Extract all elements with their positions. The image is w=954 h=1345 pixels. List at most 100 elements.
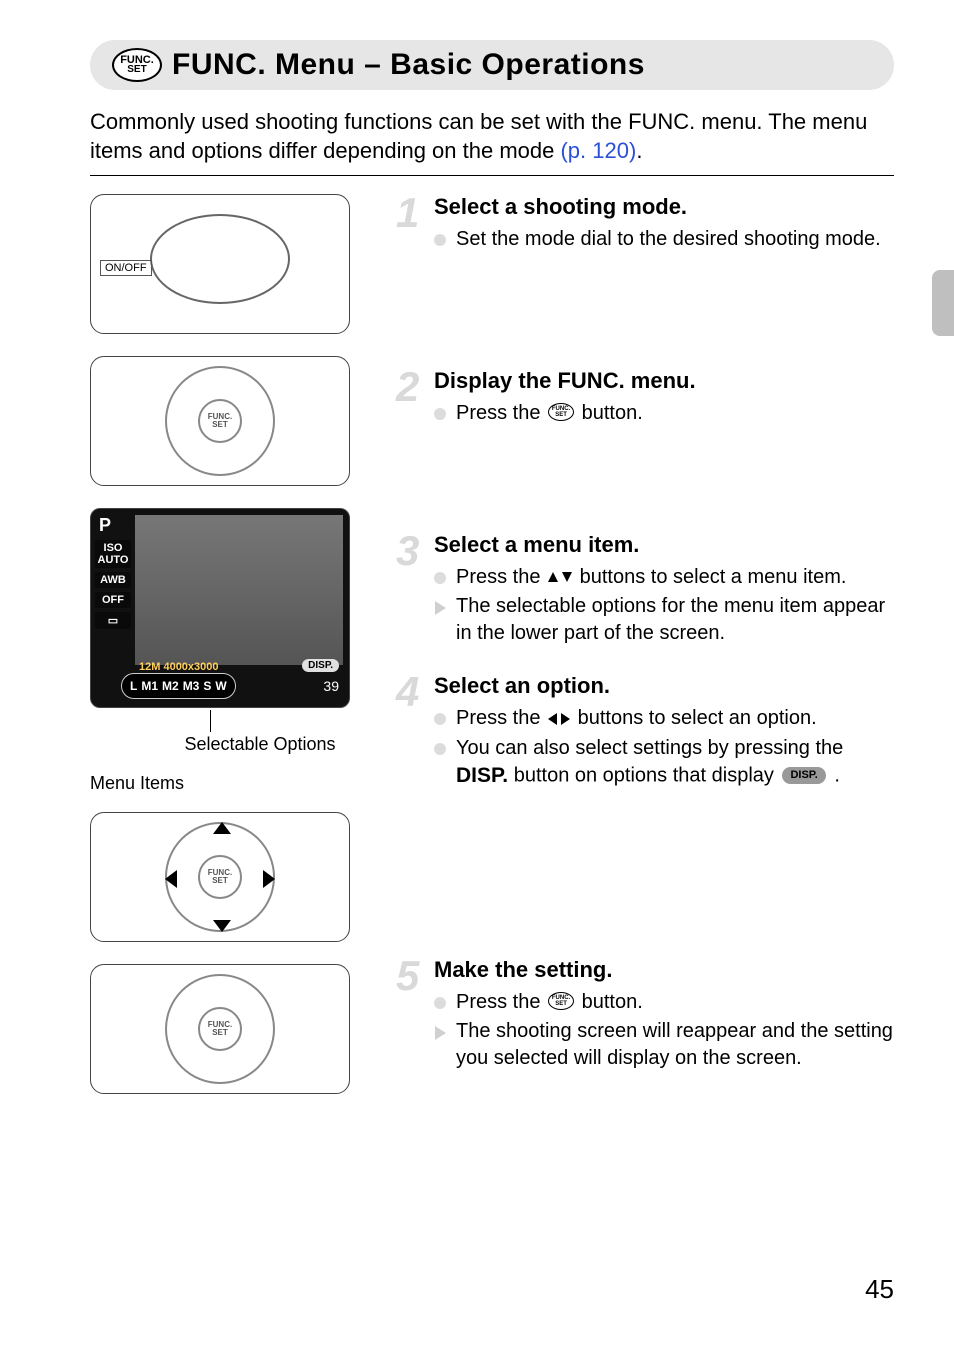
step-item: You can also select settings by pressing…: [434, 735, 894, 790]
content-columns: ON/OFF FUNC. SET P ISO AUTO AWB OFF ▭ 12…: [90, 194, 894, 1116]
step-item-text: The shooting screen will reappear and th…: [456, 1018, 894, 1072]
lcd-iso: ISO AUTO: [95, 540, 131, 568]
lcd-option: W: [215, 679, 226, 693]
step-item: Press the FUNC.SET button.: [434, 989, 894, 1016]
page-number: 45: [865, 1274, 894, 1305]
text-fragment: Press the: [456, 402, 546, 424]
text-fragment: buttons to select a menu item.: [580, 566, 847, 588]
text-fragment: Press the: [456, 991, 546, 1013]
lcd-option: M2: [162, 679, 179, 693]
lcd-screenshot: P ISO AUTO AWB OFF ▭ 12M 4000x3000 DISP.…: [90, 508, 350, 708]
illus-mode-dial: ON/OFF: [90, 194, 350, 334]
callout-selectable-options: Selectable Options: [130, 734, 390, 755]
step-item: Press the FUNC.SET button.: [434, 400, 894, 427]
illustration-column: ON/OFF FUNC. SET P ISO AUTO AWB OFF ▭ 12…: [90, 194, 390, 1116]
lcd-shots-remaining: 39: [323, 678, 339, 694]
step-item: Set the mode dial to the desired shootin…: [434, 226, 894, 253]
step-item: Press the buttons to select an option.: [434, 705, 894, 732]
arrow-up-icon: [213, 822, 231, 834]
callout-menu-items: Menu Items: [90, 773, 390, 794]
control-wheel-icon: FUNC. SET: [165, 974, 275, 1084]
lcd-option: M1: [141, 679, 158, 693]
step-title: Select a menu item.: [434, 532, 894, 558]
arrow-right-icon: [263, 870, 275, 888]
step-item-text: Press the FUNC.SET button.: [456, 989, 643, 1016]
intro-text-b: .: [636, 138, 642, 163]
callout-connector: [90, 714, 390, 734]
illus-press-func: FUNC. SET: [90, 356, 350, 486]
page-reference-link[interactable]: (p. 120): [560, 138, 636, 163]
lcd-off: OFF: [95, 592, 131, 608]
arrow-down-icon: [213, 920, 231, 932]
lcd-option: S: [203, 679, 211, 693]
func-label-bot: SET: [127, 65, 146, 74]
mode-dial-icon: [150, 214, 290, 304]
step-item: Press the buttons to select a menu item.: [434, 564, 894, 591]
func-center-bot: SET: [212, 877, 228, 885]
onoff-label: ON/OFF: [100, 260, 152, 276]
text-fragment: button.: [582, 991, 643, 1013]
func-set-inline-icon: FUNC.SET: [548, 403, 574, 421]
func-set-inline-icon: FUNC.SET: [548, 992, 574, 1010]
page-title-bar: FUNC. SET FUNC. Menu – Basic Operations: [90, 40, 894, 90]
lcd-mode-p: P: [95, 515, 131, 536]
disp-chip-icon: DISP.: [782, 767, 825, 784]
up-down-arrows-icon: [546, 566, 580, 588]
func-set-center-icon: FUNC. SET: [198, 399, 242, 443]
lcd-option: L: [130, 679, 137, 693]
intro-text: Commonly used shooting functions can be …: [90, 108, 894, 165]
bullet-triangle-icon: [435, 601, 446, 615]
step-number: 5: [396, 957, 430, 1074]
step-3: 3 Select a menu item. Press the buttons …: [396, 532, 894, 649]
section-rule: [90, 175, 894, 176]
lcd-option-bar: L M1 M2 M3 S W 39: [97, 671, 343, 701]
text-fragment: button on options that display: [514, 764, 780, 786]
lcd-image-area: [135, 515, 343, 665]
control-wheel-arrows-icon: FUNC. SET: [165, 822, 275, 932]
page-thumb-tab: [932, 270, 954, 336]
arrow-left-icon: [165, 870, 177, 888]
lcd-rect-icon: ▭: [95, 612, 131, 629]
bullet-dot-icon: [434, 997, 446, 1009]
lcd-option: M3: [183, 679, 200, 693]
step-title: Select a shooting mode.: [434, 194, 894, 220]
bullet-dot-icon: [434, 572, 446, 584]
step-title: Make the setting.: [434, 957, 894, 983]
step-2: 2 Display the FUNC. menu. Press the FUNC…: [396, 368, 894, 508]
bullet-dot-icon: [434, 234, 446, 246]
func-center-bot: SET: [212, 421, 228, 429]
step-item-text: Set the mode dial to the desired shootin…: [456, 226, 881, 253]
left-right-arrows-icon: [546, 708, 578, 730]
text-fragment: .: [834, 764, 840, 786]
step-item-text: You can also select settings by pressing…: [456, 735, 894, 790]
disp-button-icon: DISP.: [456, 764, 508, 787]
bullet-triangle-icon: [435, 1026, 446, 1040]
text-fragment: Press the: [456, 566, 546, 588]
step-1: 1 Select a shooting mode. Set the mode d…: [396, 194, 894, 344]
func-center-bot: SET: [212, 1029, 228, 1037]
control-wheel-icon: FUNC. SET: [165, 366, 275, 476]
bullet-dot-icon: [434, 408, 446, 420]
func-set-center-icon: FUNC. SET: [198, 1007, 242, 1051]
bullet-dot-icon: [434, 713, 446, 725]
step-item-text: Press the buttons to select a menu item.: [456, 564, 846, 591]
illus-press-func-2: FUNC. SET: [90, 964, 350, 1094]
step-number: 3: [396, 532, 430, 649]
func-set-icon: FUNC. SET: [112, 48, 162, 82]
text-fragment: Press the: [456, 707, 546, 729]
step-item-text: Press the buttons to select an option.: [456, 705, 817, 732]
page-title: FUNC. Menu – Basic Operations: [172, 48, 645, 82]
step-5: 5 Make the setting. Press the FUNC.SET b…: [396, 957, 894, 1074]
step-item: The selectable options for the menu item…: [434, 593, 894, 647]
steps-column: 1 Select a shooting mode. Set the mode d…: [390, 194, 894, 1116]
lcd-options-pill: L M1 M2 M3 S W: [121, 673, 236, 699]
step-item-text: Press the FUNC.SET button.: [456, 400, 643, 427]
step-title: Select an option.: [434, 673, 894, 699]
lcd-awb: AWB: [95, 572, 131, 588]
step-item-text: The selectable options for the menu item…: [456, 593, 894, 647]
text-fragment: buttons to select an option.: [578, 707, 817, 729]
step-4: 4 Select an option. Press the buttons to…: [396, 673, 894, 933]
lcd-menu-items: P ISO AUTO AWB OFF ▭: [95, 515, 131, 665]
func-set-center-icon: FUNC. SET: [198, 855, 242, 899]
bullet-dot-icon: [434, 743, 446, 755]
